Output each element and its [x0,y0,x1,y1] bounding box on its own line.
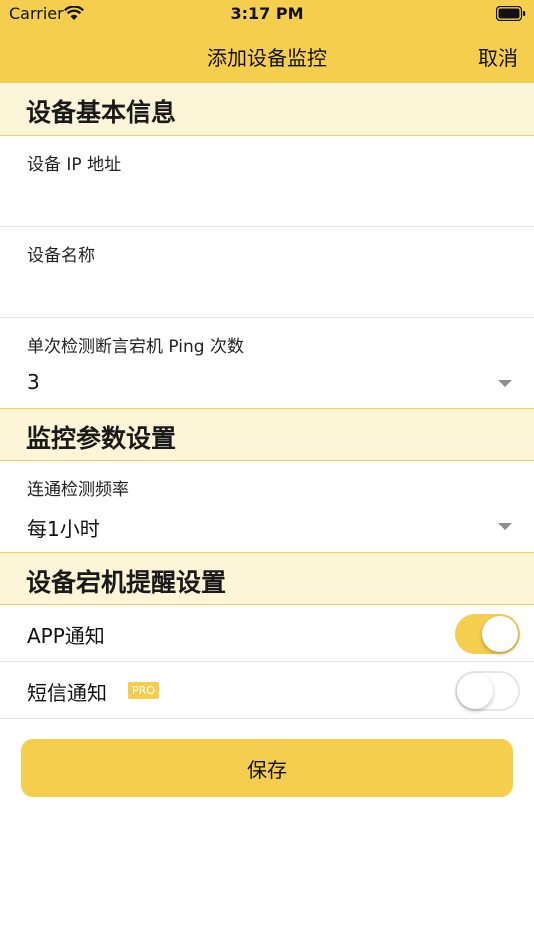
section-header-monitor: 监控参数设置 [0,408,534,461]
cancel-button[interactable]: 取消 [478,42,518,71]
battery-icon [495,5,526,25]
pro-badge: PRO [128,682,159,699]
section-title-monitor: 监控参数设置 [26,424,177,453]
name-field-label: 设备名称 [27,246,95,266]
sms-notify-label: 短信通知 [27,681,107,705]
chevron-down-icon [498,380,512,387]
navigation-bar: Carrier 3:17 PM 添加设备监控 取消 [0,0,534,82]
app-notify-toggle[interactable] [455,614,520,654]
frequency-value: 每1小时 [27,517,100,541]
ip-field-label: 设备 IP 地址 [27,155,122,175]
section-title-alert: 设备宕机提醒设置 [26,568,227,597]
section-header-basic: 设备基本信息 [0,82,534,136]
section-title-basic: 设备基本信息 [26,98,177,127]
chevron-down-icon [498,523,512,530]
name-field: 设备名称 [0,227,534,318]
toggle-knob [482,616,518,652]
page-title: 添加设备监控 [207,46,327,70]
status-bar: Carrier 3:17 PM [0,0,534,28]
section-header-alert: 设备宕机提醒设置 [0,552,534,605]
frequency-label: 连通检测频率 [27,480,129,500]
ip-input[interactable] [27,182,507,216]
frequency-select[interactable]: 连通检测频率 每1小时 [0,461,534,552]
ping-count-label: 单次检测断言宕机 Ping 次数 [27,337,244,357]
ip-field: 设备 IP 地址 [0,136,534,227]
app-notify-label: APP通知 [27,624,105,648]
status-time: 3:17 PM [230,4,304,23]
ping-count-select[interactable]: 单次检测断言宕机 Ping 次数 3 [0,318,534,408]
app-notify-row: APP通知 [0,605,534,662]
device-name-input[interactable] [27,273,507,307]
save-button[interactable]: 保存 [21,739,513,797]
sms-notify-row: 短信通知 PRO [0,662,534,719]
toggle-knob [457,673,493,709]
ping-count-value: 3 [27,370,40,394]
sms-notify-toggle[interactable] [455,671,520,711]
